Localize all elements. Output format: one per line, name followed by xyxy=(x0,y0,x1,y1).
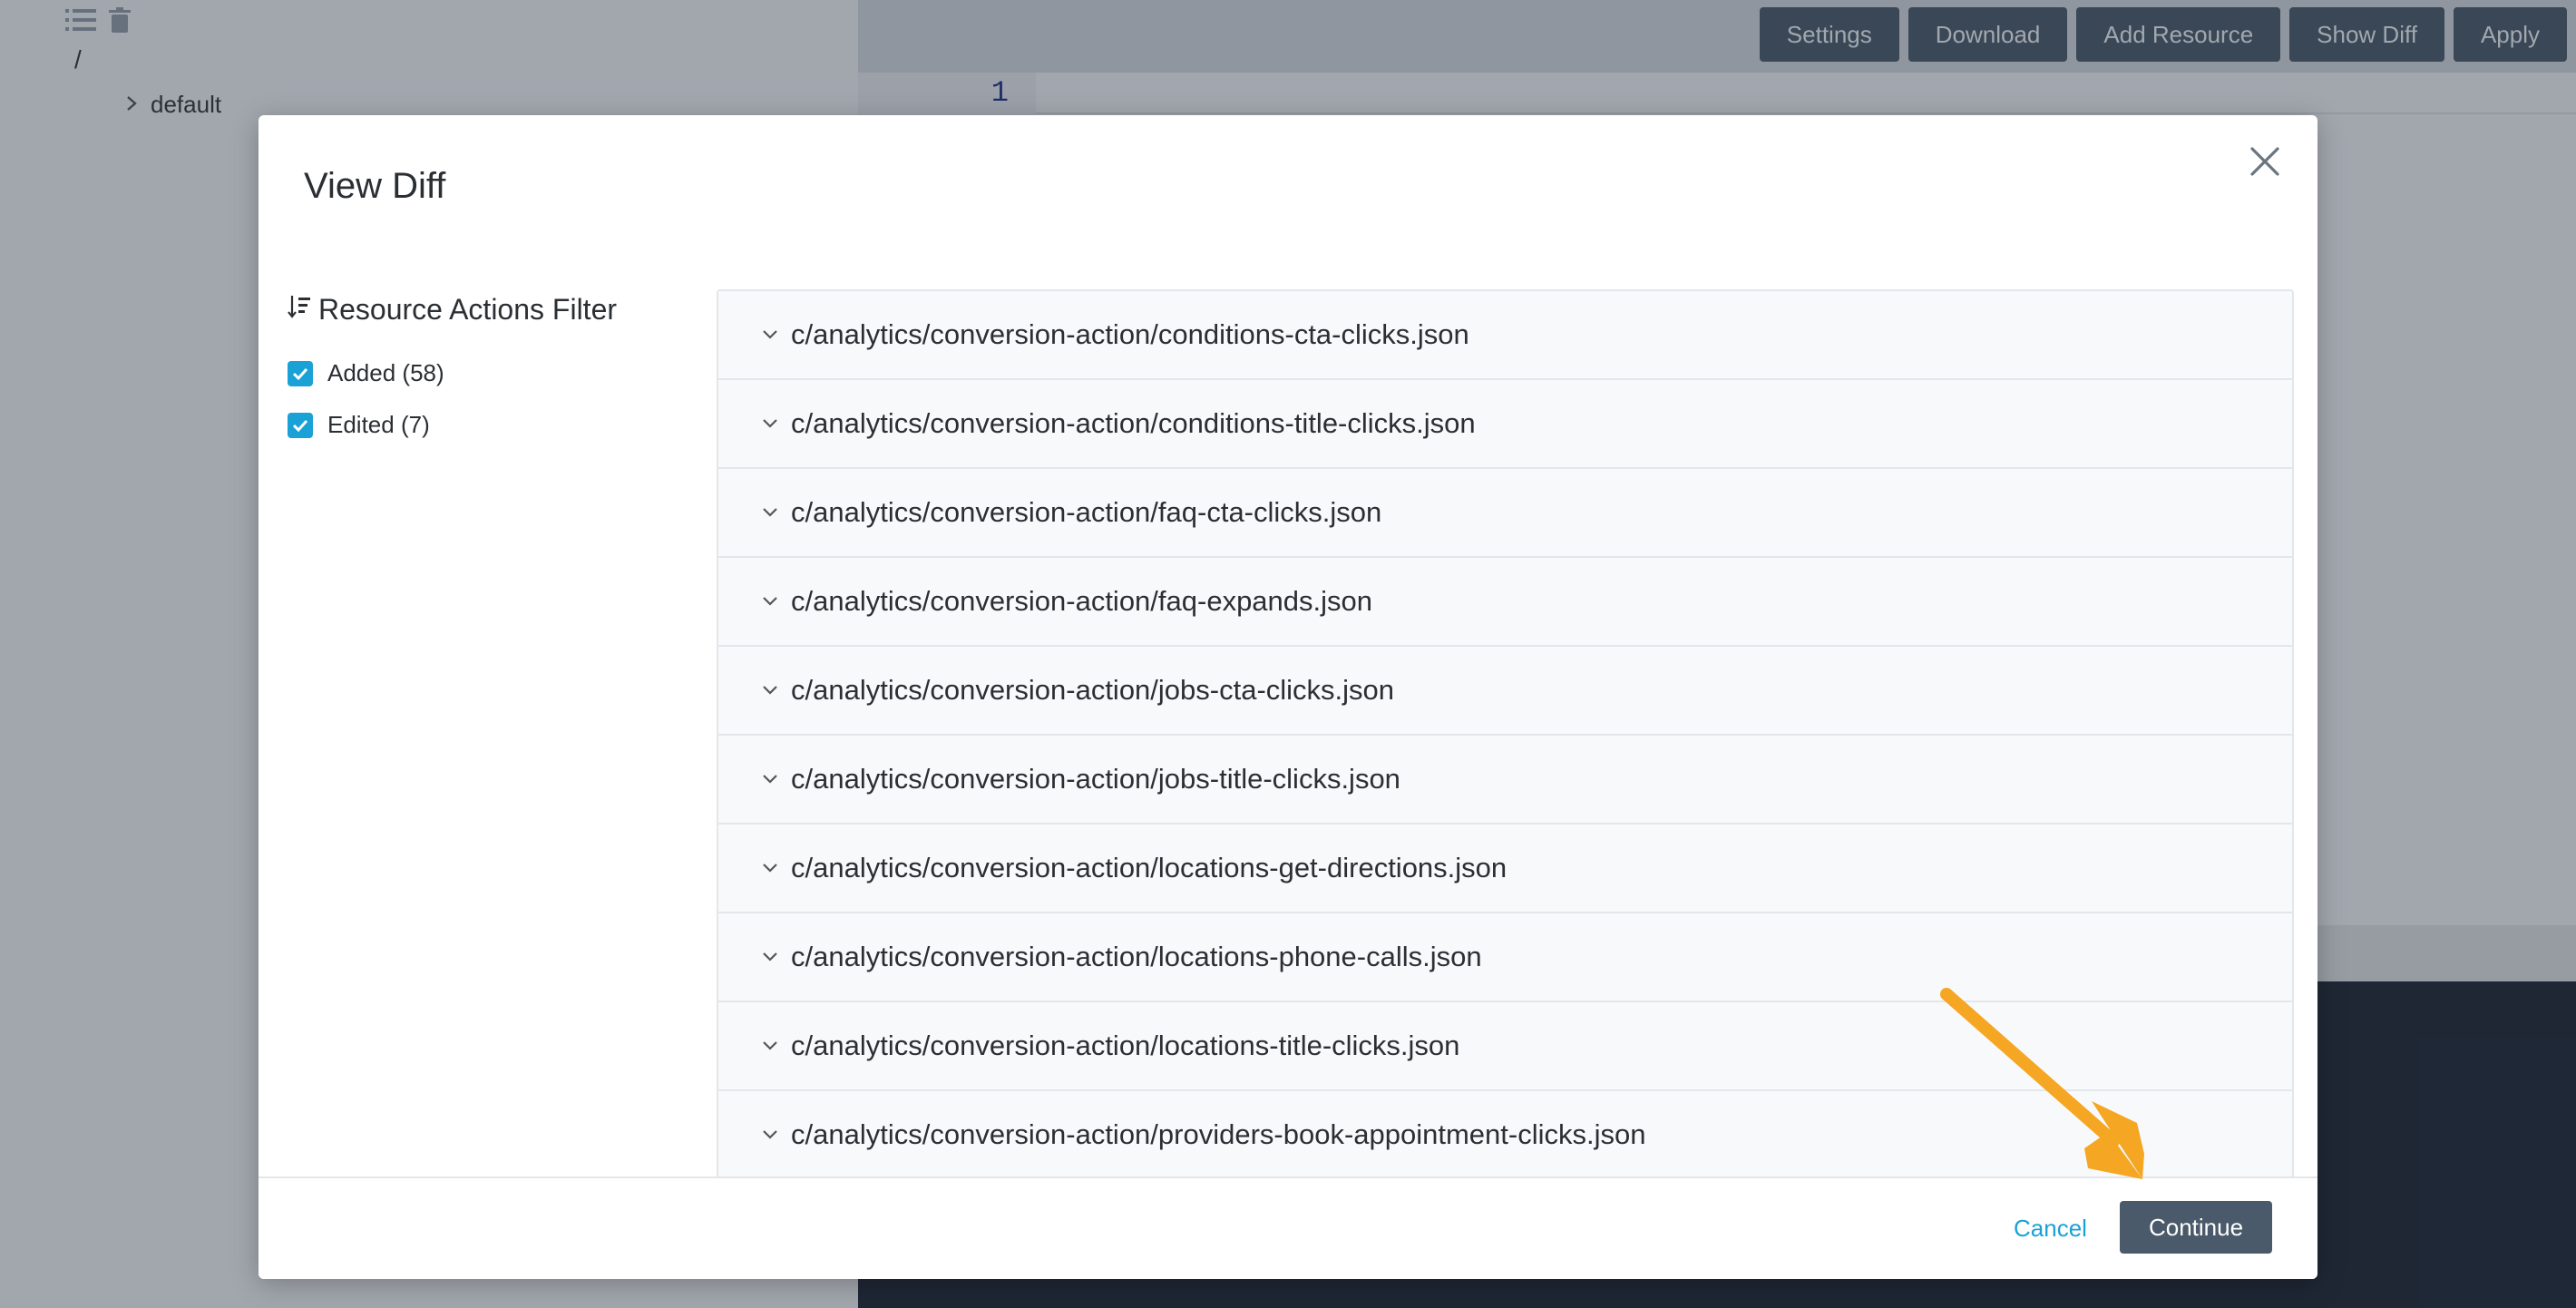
view-diff-modal: View Diff Resource Actions Filter Added … xyxy=(259,115,2317,1279)
checkbox[interactable] xyxy=(288,360,313,386)
close-icon xyxy=(2249,146,2280,180)
filter-heading-label: Resource Actions Filter xyxy=(318,293,618,326)
filter-option-label: Edited (7) xyxy=(327,411,430,438)
diff-item-path: c/analytics/conversion-action/locations-… xyxy=(791,1030,1460,1061)
checkmark-icon xyxy=(292,367,308,380)
chevron-down-icon xyxy=(762,952,778,962)
diff-item-path: c/analytics/conversion-action/providers-… xyxy=(791,1118,1646,1150)
continue-button[interactable]: Continue xyxy=(2120,1201,2272,1254)
chevron-down-icon xyxy=(762,863,778,874)
diff-item-path: c/analytics/conversion-action/locations-… xyxy=(791,852,1508,883)
diff-list: c/analytics/conversion-action/conditions… xyxy=(717,289,2294,1279)
modal-title: View Diff xyxy=(304,166,446,206)
checkmark-icon xyxy=(292,419,308,432)
diff-item[interactable]: c/analytics/conversion-action/conditions… xyxy=(718,291,2292,380)
diff-item-path: c/analytics/conversion-action/conditions… xyxy=(791,318,1469,350)
chevron-down-icon xyxy=(762,1040,778,1051)
chevron-down-icon xyxy=(762,774,778,785)
checkbox[interactable] xyxy=(288,412,313,438)
diff-item-path: c/analytics/conversion-action/jobs-title… xyxy=(791,763,1400,795)
filter-option[interactable]: Added (58) xyxy=(288,359,678,387)
diff-item[interactable]: c/analytics/conversion-action/locations-… xyxy=(718,825,2292,913)
chevron-down-icon xyxy=(762,685,778,696)
resource-actions-filter: Resource Actions Filter Added (58) Edited… xyxy=(288,293,678,439)
sort-icon xyxy=(288,293,311,327)
filter-option[interactable]: Edited (7) xyxy=(288,411,678,439)
diff-item-path: c/analytics/conversion-action/faq-cta-cl… xyxy=(791,496,1382,528)
diff-item[interactable]: c/analytics/conversion-action/faq-cta-cl… xyxy=(718,469,2292,558)
chevron-down-icon xyxy=(762,596,778,607)
chevron-down-icon xyxy=(762,329,778,340)
filter-heading: Resource Actions Filter xyxy=(288,293,678,327)
diff-item-path: c/analytics/conversion-action/conditions… xyxy=(791,407,1476,439)
chevron-down-icon xyxy=(762,1129,778,1140)
cancel-button[interactable]: Cancel xyxy=(2014,1215,2087,1243)
filter-option-label: Added (58) xyxy=(327,359,444,386)
diff-item[interactable]: c/analytics/conversion-action/locations-… xyxy=(718,913,2292,1002)
diff-item[interactable]: c/analytics/conversion-action/jobs-title… xyxy=(718,736,2292,825)
diff-item-path: c/analytics/conversion-action/faq-expand… xyxy=(791,585,1373,617)
chevron-down-icon xyxy=(762,507,778,518)
chevron-down-icon xyxy=(762,418,778,429)
diff-item-path: c/analytics/conversion-action/locations-… xyxy=(791,941,1482,972)
diff-item[interactable]: c/analytics/conversion-action/locations-… xyxy=(718,1002,2292,1091)
diff-item[interactable]: c/analytics/conversion-action/faq-expand… xyxy=(718,558,2292,647)
diff-item[interactable]: c/analytics/conversion-action/providers-… xyxy=(718,1091,2292,1180)
diff-item[interactable]: c/analytics/conversion-action/jobs-cta-c… xyxy=(718,647,2292,736)
modal-footer: Cancel Continue xyxy=(259,1176,2317,1279)
diff-item-path: c/analytics/conversion-action/jobs-cta-c… xyxy=(791,674,1395,706)
close-button[interactable] xyxy=(2239,137,2290,188)
diff-item[interactable]: c/analytics/conversion-action/conditions… xyxy=(718,380,2292,469)
